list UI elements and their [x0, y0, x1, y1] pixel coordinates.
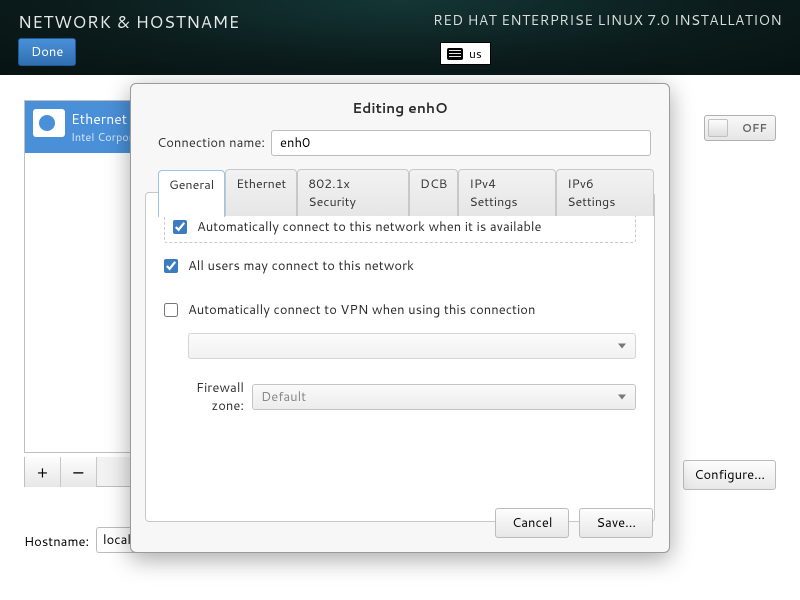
toggle-state-label: OFF	[742, 120, 767, 136]
tab-ethernet[interactable]: Ethernet	[225, 169, 297, 216]
page-title: NETWORK & HOSTNAME	[18, 10, 240, 34]
cancel-button[interactable]: Cancel	[495, 508, 569, 538]
connection-name-label: Connection name:	[149, 134, 271, 152]
all-users-checkbox[interactable]	[164, 259, 178, 273]
toggle-knob	[708, 119, 728, 137]
installer-subtitle: RED HAT ENTERPRISE LINUX 7.0 INSTALLATIO…	[433, 10, 782, 30]
firewall-zone-select[interactable]: Default	[252, 384, 636, 410]
dialog-buttons: Cancel Save...	[495, 508, 653, 538]
tab-dcb[interactable]: DCB	[409, 169, 458, 216]
auto-vpn-label: Automatically connect to VPN when using …	[188, 301, 535, 319]
work-area: Ethernet Intel Corporation + − OFF Confi…	[0, 75, 800, 600]
vpn-select-wrap	[188, 333, 636, 359]
done-button[interactable]: Done	[18, 38, 76, 66]
tab-row: General Ethernet 802.1x Security DCB IPv…	[158, 169, 654, 216]
vpn-select[interactable]	[188, 333, 636, 359]
auto-vpn-checkbox[interactable]	[164, 303, 178, 317]
remove-device-button[interactable]: −	[61, 457, 97, 487]
keyboard-layout-value: us	[469, 45, 482, 62]
firewall-zone-label: Firewall zone:	[164, 379, 252, 415]
firewall-zone-row: Firewall zone: Default	[164, 379, 636, 415]
save-button[interactable]: Save...	[579, 508, 653, 538]
all-users-row: All users may connect to this network	[164, 257, 636, 275]
hostname-label: Hostname:	[24, 533, 89, 551]
dialog-title: Editing enhO	[131, 84, 669, 130]
add-device-button[interactable]: +	[25, 457, 61, 487]
edit-connection-dialog: Editing enhO Connection name: General Et…	[130, 83, 670, 553]
ethernet-icon	[33, 109, 65, 137]
connection-name-input[interactable]	[271, 130, 651, 156]
tab-ipv6-settings[interactable]: IPv6 Settings	[556, 169, 654, 216]
installer-topbar: NETWORK & HOSTNAME RED HAT ENTERPRISE LI…	[0, 0, 800, 75]
keyboard-layout-indicator[interactable]: us	[440, 42, 491, 65]
tab-ipv4-settings[interactable]: IPv4 Settings	[458, 169, 556, 216]
connection-tabs: General Ethernet 802.1x Security DCB IPv…	[145, 192, 655, 522]
auto-vpn-row: Automatically connect to VPN when using …	[164, 301, 636, 319]
connection-toggle[interactable]: OFF	[704, 115, 776, 141]
tab-general[interactable]: General	[158, 170, 225, 217]
auto-connect-checkbox[interactable]	[173, 220, 187, 234]
all-users-label: All users may connect to this network	[188, 257, 414, 275]
configure-button[interactable]: Configure...	[683, 460, 776, 490]
tab-8021x-security[interactable]: 802.1x Security	[297, 169, 409, 216]
tab-body-general: Automatically connect to this network wh…	[146, 193, 654, 433]
auto-connect-label: Automatically connect to this network wh…	[197, 218, 542, 236]
keyboard-icon	[447, 48, 463, 60]
